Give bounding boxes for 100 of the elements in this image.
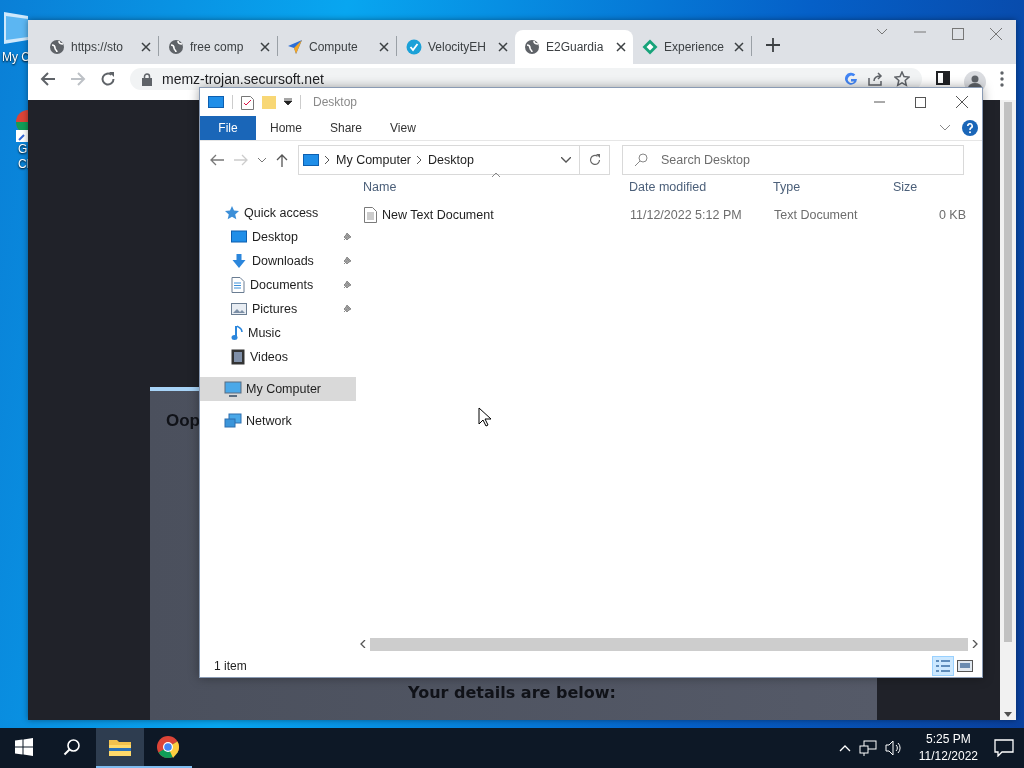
file-menu-button[interactable]: File — [200, 116, 256, 140]
close-icon[interactable] — [260, 42, 270, 52]
computer-icon — [208, 95, 224, 109]
notification-icon[interactable] — [994, 739, 1014, 757]
address-field[interactable]: My Computer Desktop — [298, 145, 580, 175]
ribbon-tab[interactable]: View — [376, 116, 430, 140]
film-icon — [231, 349, 245, 365]
nav-item[interactable]: Downloads — [200, 249, 356, 273]
properties-icon[interactable] — [241, 94, 254, 110]
maximize-icon[interactable] — [952, 28, 964, 40]
scrollbar[interactable] — [370, 637, 968, 651]
taskbar-button[interactable] — [96, 728, 144, 768]
column-header[interactable]: Name — [362, 180, 628, 194]
ribbon-tab[interactable]: Share — [316, 116, 377, 140]
browser-tab[interactable]: E2Guardia — [515, 30, 633, 64]
chevron-right-icon[interactable] — [325, 156, 330, 164]
back-arrow-icon[interactable] — [40, 71, 56, 87]
menu-icon[interactable] — [1000, 71, 1004, 87]
close-icon[interactable] — [616, 42, 626, 52]
file-name[interactable]: New Text Document — [382, 208, 494, 222]
paper-plane-icon — [287, 39, 303, 55]
dropdown-arrow-icon[interactable] — [284, 98, 292, 106]
folder-icon — [108, 737, 132, 757]
desktop-icon-label: Cl — [18, 157, 30, 172]
browser-tab[interactable]: Compute — [278, 30, 396, 64]
google-g-icon[interactable] — [844, 72, 858, 86]
star-icon — [224, 205, 240, 221]
search-field[interactable]: Search Desktop — [622, 145, 964, 175]
volume-icon[interactable] — [884, 740, 903, 756]
globe-icon — [49, 39, 65, 55]
clock[interactable]: 5:25 PM 11/12/2022 — [910, 731, 986, 765]
window-title: Desktop — [313, 95, 358, 109]
check-circle-icon — [406, 39, 422, 55]
close-icon[interactable] — [379, 42, 389, 52]
refresh-button[interactable] — [580, 145, 610, 175]
close-icon[interactable] — [734, 42, 744, 52]
chevron-down-icon[interactable] — [940, 125, 950, 131]
chevron-right-icon[interactable] — [417, 156, 423, 164]
chevron-down-icon[interactable] — [258, 157, 266, 163]
nav-item[interactable]: Desktop — [200, 225, 356, 249]
chevron-down-icon[interactable] — [561, 157, 571, 163]
diamond-icon — [642, 39, 658, 55]
text-file-icon — [364, 207, 377, 223]
view-toggle-button[interactable] — [932, 656, 954, 676]
chrome-logo-icon — [156, 735, 180, 759]
close-icon[interactable] — [498, 42, 508, 52]
refresh-icon — [588, 154, 601, 166]
column-header[interactable]: Type — [772, 180, 892, 194]
nav-item[interactable]: Music — [200, 321, 356, 345]
nav-item[interactable]: Videos — [200, 345, 356, 369]
reload-icon[interactable] — [100, 71, 116, 87]
maximize-icon[interactable] — [915, 96, 926, 108]
network-icon — [224, 413, 242, 429]
breadcrumb-item[interactable]: Desktop — [428, 153, 474, 167]
close-icon[interactable] — [141, 42, 151, 52]
browser-tab[interactable]: free comp — [159, 30, 277, 64]
browser-tab[interactable]: https://sto — [40, 30, 158, 64]
chevron-up-icon[interactable] — [838, 744, 851, 752]
scrollbar[interactable] — [1000, 100, 1016, 720]
document-icon — [231, 277, 245, 293]
nav-item[interactable]: Pictures — [200, 297, 356, 321]
computer-icon — [224, 381, 242, 397]
side-panel-icon[interactable] — [936, 71, 950, 85]
globe-icon — [524, 39, 540, 55]
globe-icon — [168, 39, 184, 55]
help-icon[interactable] — [962, 120, 978, 136]
column-header[interactable]: Date modified — [628, 180, 772, 194]
breadcrumb-item[interactable]: My Computer — [336, 153, 412, 167]
ribbon-tab[interactable]: Home — [256, 116, 316, 140]
details-view-icon — [935, 659, 951, 673]
nav-item[interactable]: Network — [200, 409, 356, 433]
large-icons-view-icon — [957, 660, 973, 672]
scroll-right-icon[interactable] — [972, 640, 978, 648]
browser-tab[interactable]: VelocityEH — [397, 30, 515, 64]
new-tab-icon[interactable] — [766, 38, 780, 52]
search-icon — [63, 738, 81, 756]
address-bar[interactable]: memz-trojan.secursoft.net — [130, 68, 922, 90]
star-outline-icon[interactable] — [894, 71, 910, 87]
table-cell-text: 11/12/2022 5:12 PM — [630, 208, 743, 222]
back-arrow-icon[interactable] — [210, 154, 224, 166]
desktop-icon-label: G — [18, 142, 28, 157]
chevron-down-icon[interactable] — [876, 28, 888, 36]
up-arrow-icon[interactable] — [276, 153, 288, 167]
download-arrow-icon — [231, 253, 247, 269]
sort-caret-icon[interactable] — [492, 172, 500, 177]
close-icon[interactable] — [956, 96, 968, 108]
scroll-left-icon[interactable] — [360, 640, 366, 648]
table-cell-text: 0 KB — [937, 208, 966, 222]
search-icon — [634, 153, 648, 167]
scroll-down-icon[interactable] — [1004, 712, 1012, 717]
nav-item[interactable]: Quick access — [200, 201, 356, 225]
chrome-logo-icon — [14, 108, 28, 142]
column-header[interactable]: Size — [892, 180, 964, 194]
nav-item[interactable]: My Computer — [200, 377, 356, 401]
nav-item[interactable]: Documents — [200, 273, 356, 297]
browser-tab[interactable]: Experience — [633, 30, 751, 64]
network-icon[interactable] — [858, 740, 877, 756]
panel-subheading: Your details are below: — [407, 683, 617, 702]
share-icon[interactable] — [868, 72, 884, 86]
picture-icon — [231, 302, 247, 316]
